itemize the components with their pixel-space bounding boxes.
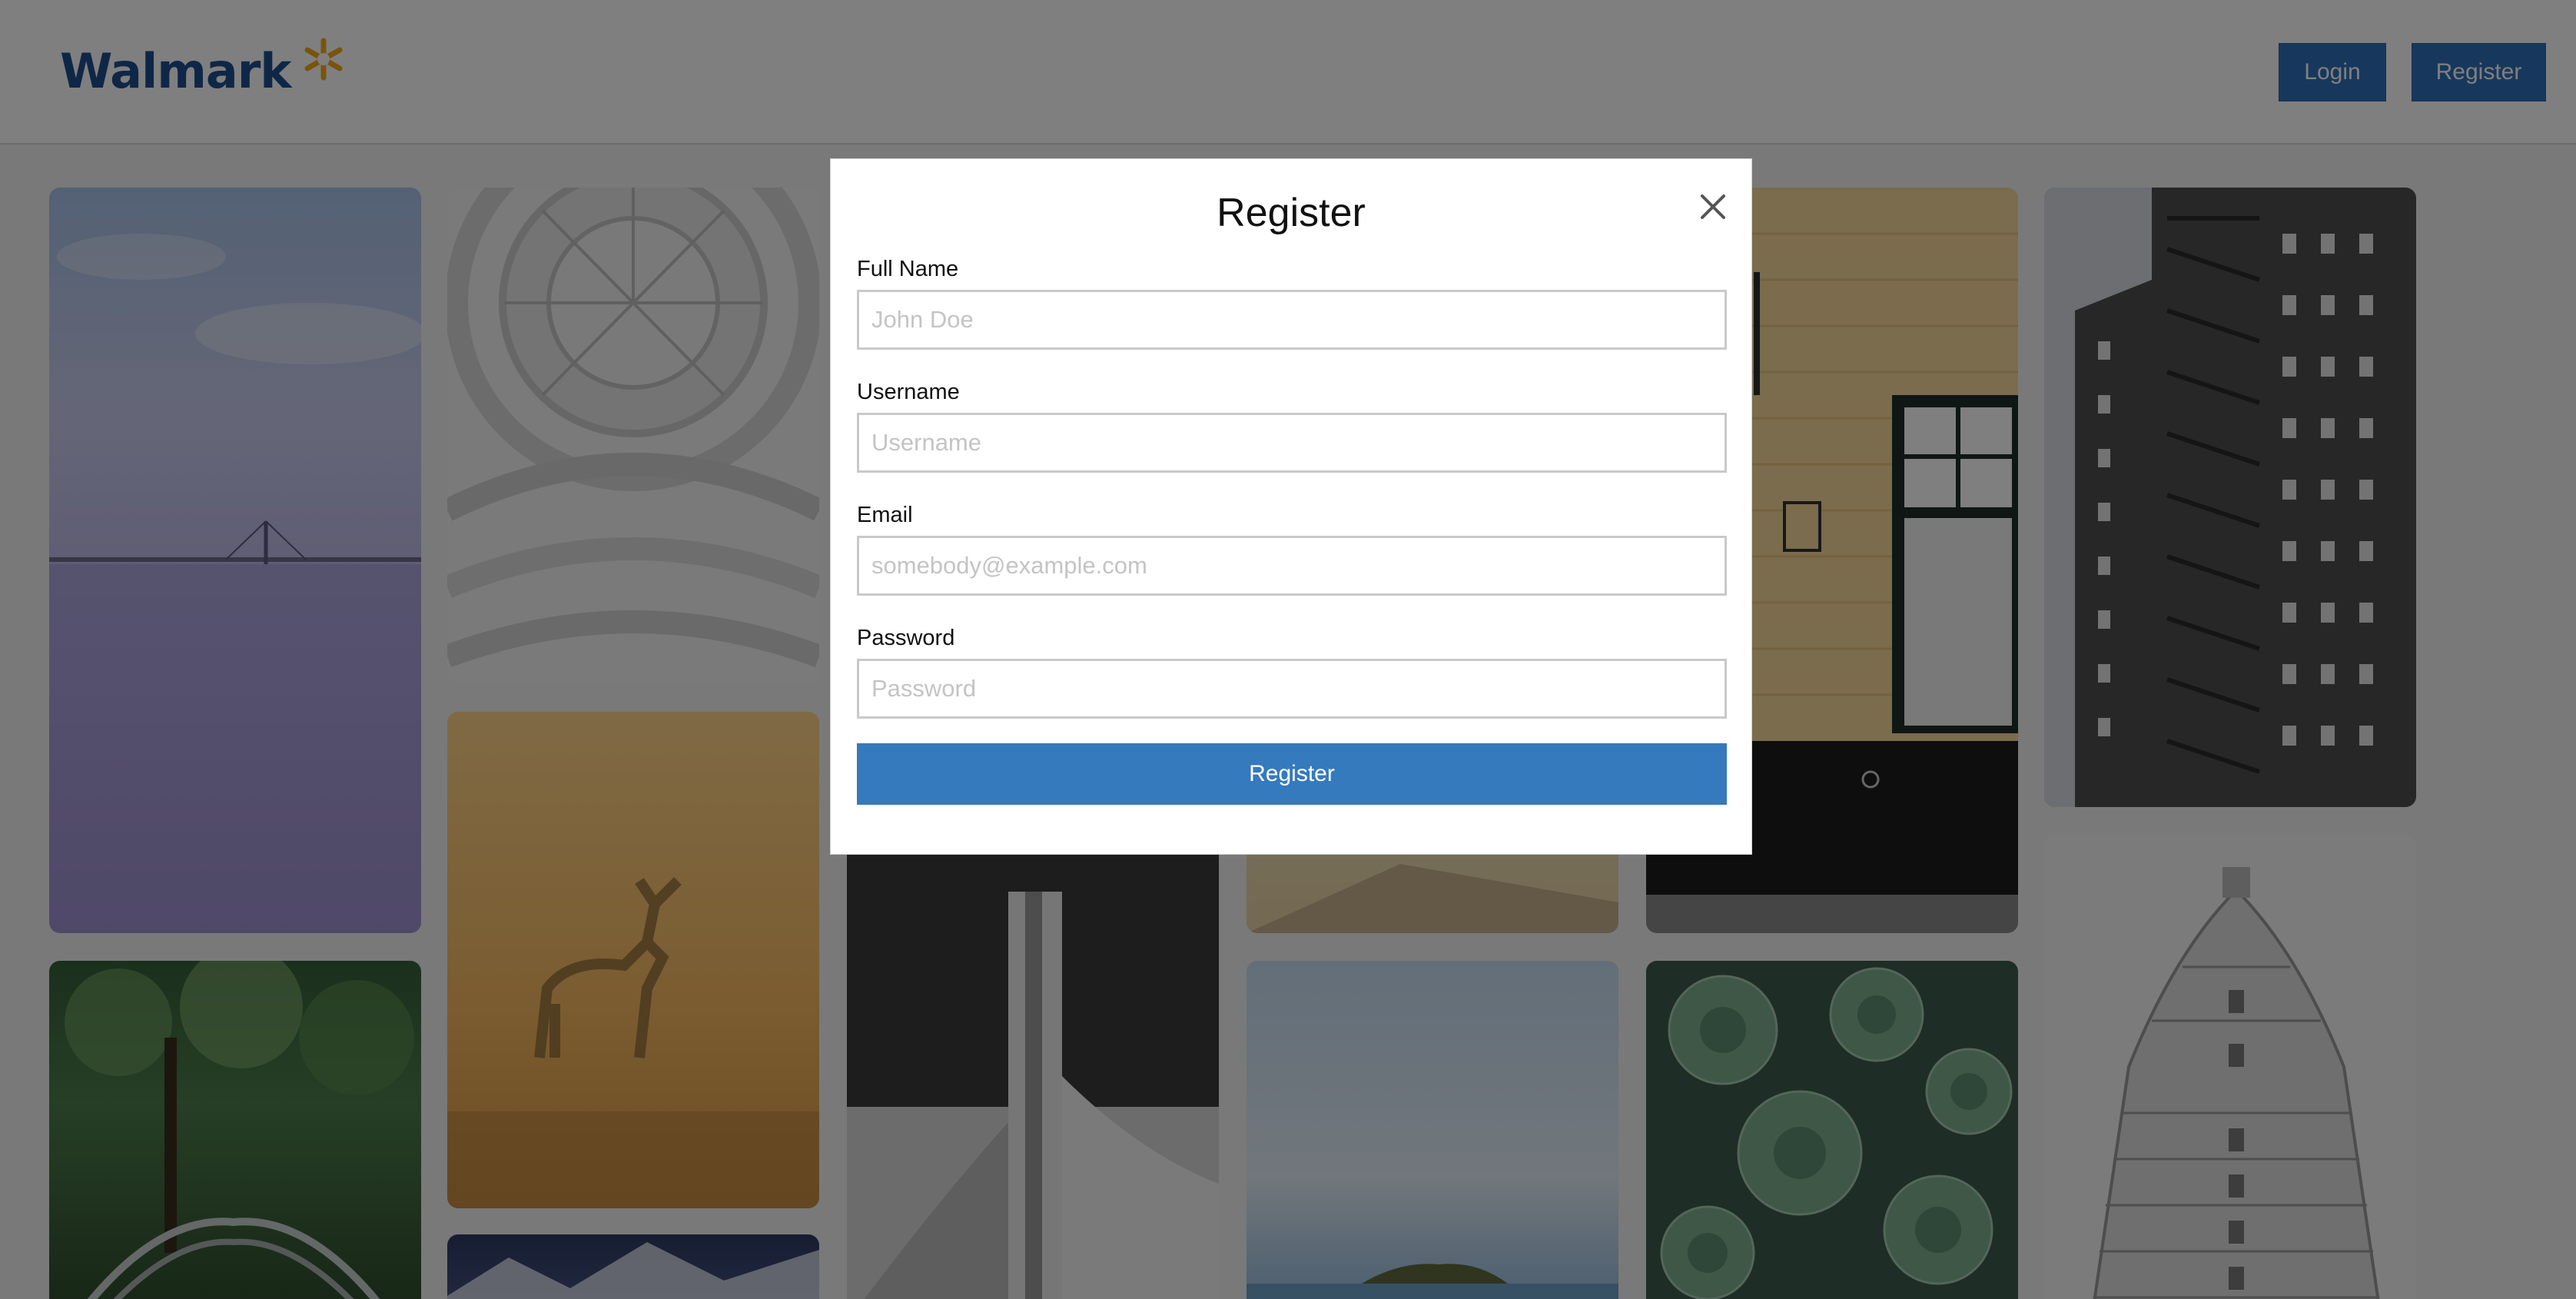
page: Walmark Login Register bbox=[0, 0, 2576, 1299]
close-icon[interactable] bbox=[1693, 187, 1733, 227]
email-label: Email bbox=[857, 503, 913, 527]
password-label: Password bbox=[857, 626, 955, 650]
full-name-label: Full Name bbox=[857, 257, 959, 281]
modal-title: Register bbox=[1217, 191, 1366, 235]
register-submit-button[interactable]: Register bbox=[857, 743, 1727, 805]
register-modal: Register Full Name Username Email Passwo… bbox=[830, 158, 1752, 855]
password-input[interactable] bbox=[857, 659, 1727, 719]
email-input[interactable] bbox=[857, 536, 1727, 596]
username-label: Username bbox=[857, 380, 960, 404]
username-input[interactable] bbox=[857, 413, 1727, 473]
full-name-input[interactable] bbox=[857, 290, 1727, 350]
